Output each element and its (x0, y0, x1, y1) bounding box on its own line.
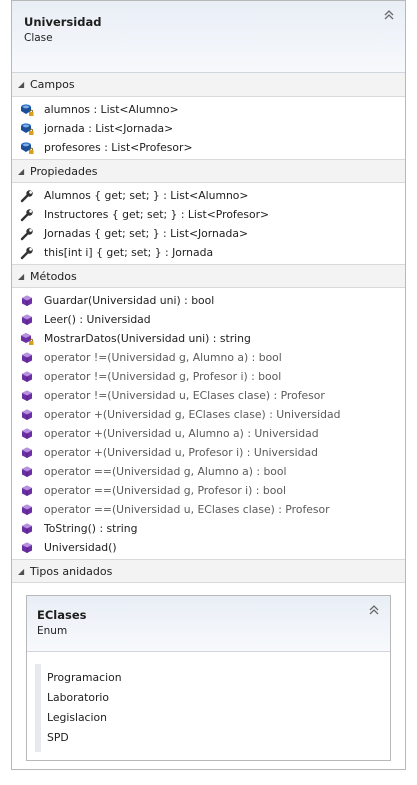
member-label: Universidad() (44, 541, 117, 554)
member-row[interactable]: ToString() : string (12, 519, 405, 538)
section-label: Tipos anidados (30, 565, 113, 578)
member-label: operator +(Universidad g, EClases clase)… (44, 408, 341, 421)
expand-triangle-icon[interactable]: ◢ (18, 265, 24, 289)
member-row[interactable]: operator !=(Universidad g, Profesor i) :… (12, 367, 405, 386)
property-wrench-icon (20, 189, 33, 203)
member-label: operator !=(Universidad u, EClases clase… (44, 389, 325, 402)
enum-value[interactable]: Programacion (47, 668, 382, 688)
member-row[interactable]: operator +(Universidad u, Profesor i) : … (12, 443, 405, 462)
member-row[interactable]: alumnos : List<Alumno> (12, 100, 405, 119)
methods-list: Guardar(Universidad uni) : bool Leer() : … (12, 288, 405, 559)
member-label: ToString() : string (44, 522, 138, 535)
member-row[interactable]: MostrarDatos(Universidad uni) : string (12, 329, 405, 348)
member-row[interactable]: operator ==(Universidad g, Profesor i) :… (12, 481, 405, 500)
member-label: operator ==(Universidad g, Alumno a) : b… (44, 465, 287, 478)
class-diagram-shape[interactable]: Universidad Clase ◢ Campos alumnos : Lis… (11, 0, 406, 770)
member-label: operator ==(Universidad u, EClases clase… (44, 503, 330, 516)
member-label: Alumnos { get; set; } : List<Alumno> (44, 189, 249, 202)
member-label: alumnos : List<Alumno> (44, 103, 179, 116)
member-row[interactable]: jornada : List<Jornada> (12, 119, 405, 138)
method-icon (20, 408, 33, 421)
method-icon (20, 427, 33, 440)
method-icon (20, 465, 33, 478)
member-row[interactable]: Alumnos { get; set; } : List<Alumno> (12, 186, 405, 205)
section-label: Métodos (30, 270, 77, 283)
class-stereotype: Clase (24, 32, 53, 44)
nested-types-area: EClases Enum Programacion Laboratorio Legi… (12, 583, 405, 771)
member-row[interactable]: Universidad() (12, 538, 405, 557)
member-label: MostrarDatos(Universidad uni) : string (44, 332, 251, 345)
enum-stereotype: Enum (37, 625, 68, 637)
member-row[interactable]: this[int i] { get; set; } : Jornada (12, 243, 405, 262)
method-icon (20, 541, 33, 554)
private-field-icon (20, 103, 34, 116)
member-row[interactable]: operator ==(Universidad g, Alumno a) : b… (12, 462, 405, 481)
enum-shape[interactable]: EClases Enum Programacion Laboratorio Legi… (26, 595, 391, 761)
member-row[interactable]: operator !=(Universidad u, EClases clase… (12, 386, 405, 405)
member-label: Guardar(Universidad uni) : bool (44, 294, 215, 307)
enum-values-list: Programacion Laboratorio Legislacion SPD (35, 664, 382, 752)
member-row[interactable]: Instructores { get; set; } : List<Profes… (12, 205, 405, 224)
properties-list: Alumnos { get; set; } : List<Alumno> Inst… (12, 183, 405, 264)
member-row[interactable]: operator +(Universidad u, Alumno a) : Un… (12, 424, 405, 443)
enum-header[interactable]: EClases Enum (27, 596, 390, 652)
member-label: Instructores { get; set; } : List<Profes… (44, 208, 270, 221)
member-row[interactable]: Leer() : Universidad (12, 310, 405, 329)
expand-triangle-icon[interactable]: ◢ (18, 560, 24, 584)
method-icon (20, 522, 33, 535)
member-row[interactable]: operator +(Universidad g, EClases clase)… (12, 405, 405, 424)
section-label: Campos (30, 78, 75, 91)
method-icon (20, 351, 33, 364)
method-icon (20, 294, 33, 307)
class-title: Universidad (24, 15, 102, 29)
expand-triangle-icon[interactable]: ◢ (18, 73, 24, 97)
member-row[interactable]: operator !=(Universidad g, Alumno a) : b… (12, 348, 405, 367)
member-row[interactable]: operator ==(Universidad u, EClases clase… (12, 500, 405, 519)
enum-title: EClases (37, 608, 87, 622)
property-wrench-icon (20, 246, 33, 260)
section-header-methods[interactable]: ◢ Métodos (12, 264, 405, 288)
method-icon (20, 389, 33, 402)
private-method-icon (20, 332, 34, 345)
member-row[interactable]: profesores : List<Profesor> (12, 138, 405, 157)
member-label: Leer() : Universidad (44, 313, 151, 326)
section-header-properties[interactable]: ◢ Propiedades (12, 159, 405, 183)
method-icon (20, 484, 33, 497)
member-row[interactable]: Jornadas { get; set; } : List<Jornada> (12, 224, 405, 243)
member-label: this[int i] { get; set; } : Jornada (44, 246, 214, 259)
method-icon (20, 370, 33, 383)
member-label: operator !=(Universidad g, Profesor i) :… (44, 370, 282, 383)
collapse-chevron-icon[interactable] (382, 9, 396, 23)
section-header-nested-types[interactable]: ◢ Tipos anidados (12, 559, 405, 583)
private-field-icon (20, 141, 34, 154)
enum-value[interactable]: SPD (47, 728, 382, 748)
enum-value[interactable]: Laboratorio (47, 688, 382, 708)
method-icon (20, 503, 33, 516)
property-wrench-icon (20, 227, 33, 241)
fields-list: alumnos : List<Alumno> jornada : List<Jor… (12, 97, 405, 159)
enum-value[interactable]: Legislacion (47, 708, 382, 728)
property-wrench-icon (20, 208, 33, 222)
method-icon (20, 446, 33, 459)
class-header[interactable]: Universidad Clase (12, 1, 405, 73)
member-label: operator +(Universidad u, Alumno a) : Un… (44, 427, 319, 440)
section-label: Propiedades (30, 165, 98, 178)
section-header-fields[interactable]: ◢ Campos (12, 73, 405, 97)
collapse-chevron-icon[interactable] (367, 604, 381, 618)
expand-triangle-icon[interactable]: ◢ (18, 160, 24, 184)
member-row[interactable]: Guardar(Universidad uni) : bool (12, 291, 405, 310)
member-label: operator +(Universidad u, Profesor i) : … (44, 446, 318, 459)
member-label: operator ==(Universidad g, Profesor i) :… (44, 484, 286, 497)
member-label: Jornadas { get; set; } : List<Jornada> (44, 227, 249, 240)
method-icon (20, 313, 33, 326)
private-field-icon (20, 122, 34, 135)
member-label: profesores : List<Profesor> (44, 141, 193, 154)
member-label: jornada : List<Jornada> (44, 122, 174, 135)
member-label: operator !=(Universidad g, Alumno a) : b… (44, 351, 282, 364)
